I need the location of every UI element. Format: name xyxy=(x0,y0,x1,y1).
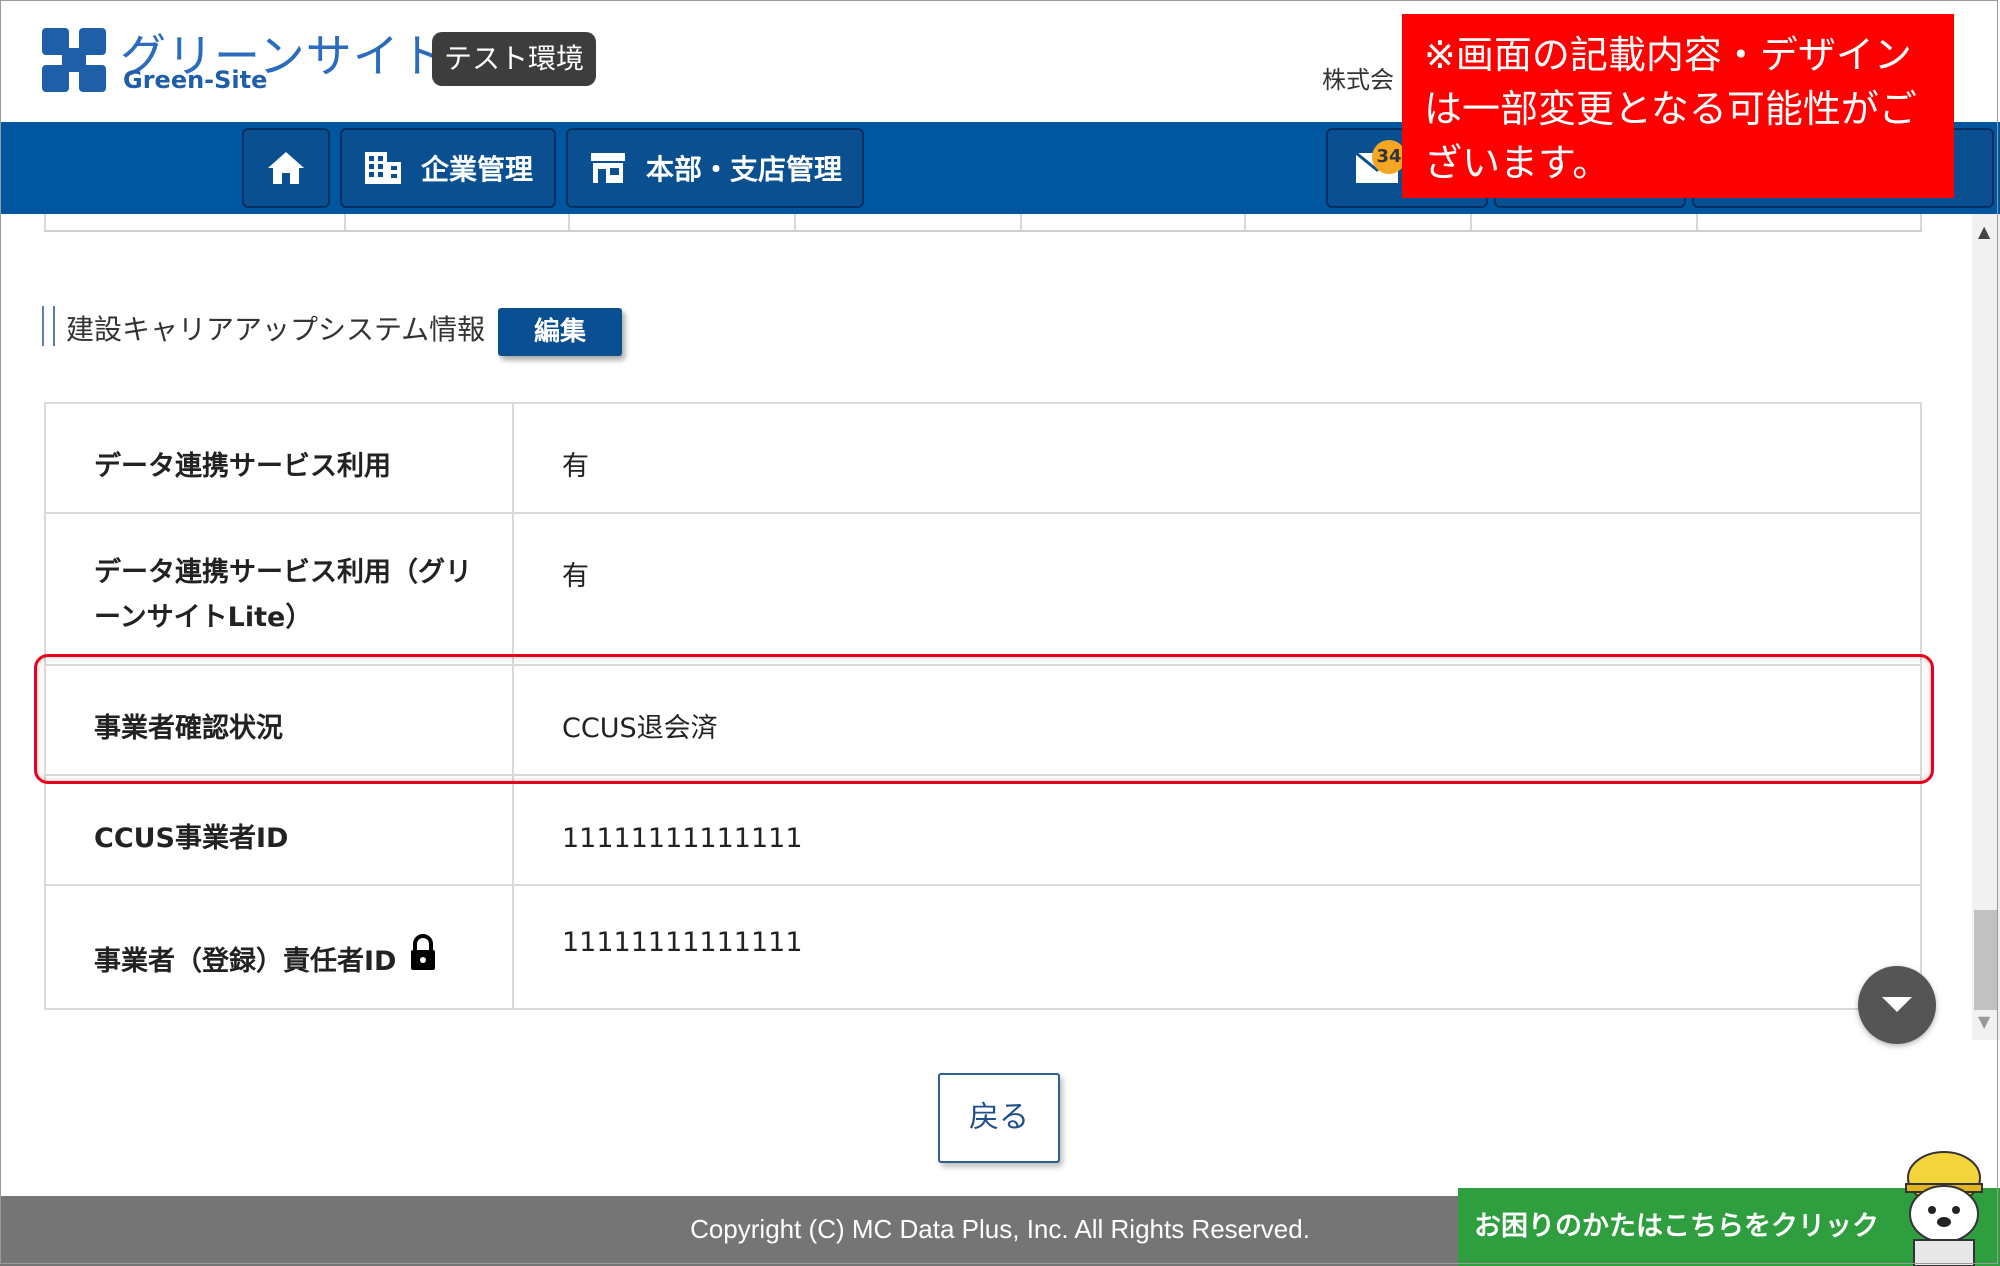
scroll-down-button[interactable] xyxy=(1858,966,1936,1044)
nav-company-label: 企業管理 xyxy=(420,153,533,186)
section-title: 建設キャリアアップシステム情報 xyxy=(66,313,486,346)
mascot-icon xyxy=(1905,1151,1983,1266)
section-marker xyxy=(42,306,55,346)
scroll-down-arrow-icon[interactable]: ▼ xyxy=(1978,1012,1990,1031)
table-row: 事業者確認状況 CCUS退会済 xyxy=(44,664,1922,776)
ccus-info-table: データ連携サービス利用 有 データ連携サービス利用（グリーンサイトLite） 有… xyxy=(44,402,1922,1010)
scrollbar-thumb[interactable] xyxy=(1974,910,1998,1010)
back-button[interactable]: 戻る xyxy=(938,1073,1060,1163)
row-label: CCUS事業者ID xyxy=(44,774,514,886)
row-label: 事業者（登録）責任者ID xyxy=(94,946,397,977)
chevron-down-icon xyxy=(1882,997,1912,1012)
building-icon xyxy=(364,152,401,184)
previous-table-bottom xyxy=(44,214,1922,232)
edit-button[interactable]: 編集 xyxy=(498,308,622,356)
environment-badge: テスト環境 xyxy=(432,32,597,86)
row-value: 11111111111111 xyxy=(512,884,1922,1010)
row-value: CCUS退会済 xyxy=(512,664,1922,776)
logo-icon xyxy=(42,28,106,92)
table-row: 事業者（登録）責任者ID 11111111111111 xyxy=(44,884,1922,1010)
row-value: 有 xyxy=(512,402,1922,514)
mail-count-badge: 34 xyxy=(1372,140,1406,174)
table-row: データ連携サービス利用 有 xyxy=(44,402,1922,514)
nav-company-management[interactable]: 企業管理 xyxy=(340,128,556,208)
row-label: 事業者確認状況 xyxy=(44,664,514,776)
row-label: データ連携サービス利用（グリーンサイトLite） xyxy=(44,512,514,666)
row-value: 11111111111111 xyxy=(512,774,1922,886)
lock-icon xyxy=(411,934,436,970)
store-icon xyxy=(590,153,625,183)
scroll-up-arrow-icon[interactable]: ▲ xyxy=(1978,222,1990,241)
row-value: 有 xyxy=(512,512,1922,666)
row-label: データ連携サービス利用 xyxy=(44,402,514,514)
nav-branch-management[interactable]: 本部・支店管理 xyxy=(566,128,864,208)
nav-branch-label: 本部・支店管理 xyxy=(645,153,842,186)
home-button[interactable] xyxy=(242,128,330,208)
row-label-cell: 事業者（登録）責任者ID xyxy=(44,884,514,1010)
logo-subtitle: Green-Site xyxy=(123,66,268,94)
home-icon xyxy=(268,152,304,184)
table-row: データ連携サービス利用（グリーンサイトLite） 有 xyxy=(44,512,1922,666)
company-name: 株式会 xyxy=(1322,66,1394,94)
design-change-notice: ※画面の記載内容・デザインは一部変更となる可能性がございます。 xyxy=(1402,14,1954,198)
table-row: CCUS事業者ID 11111111111111 xyxy=(44,774,1922,886)
